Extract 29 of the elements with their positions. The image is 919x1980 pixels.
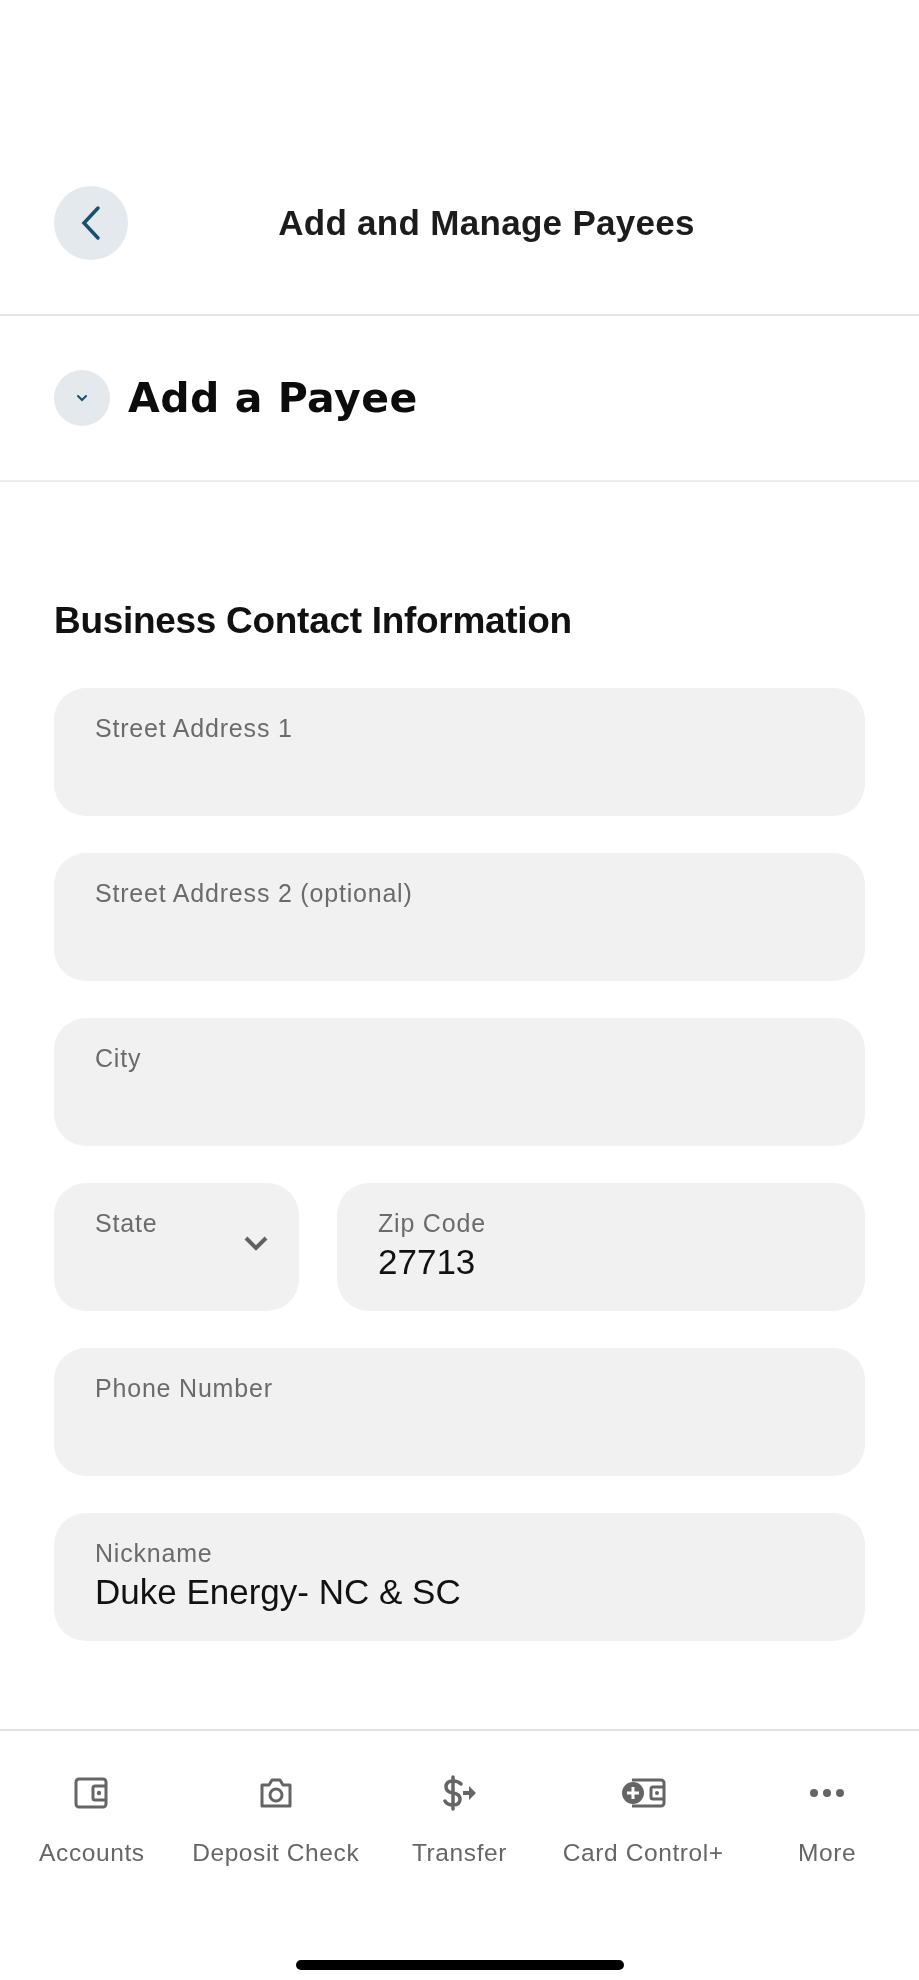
section-heading: Business Contact Information bbox=[54, 600, 573, 642]
field-label: Phone Number bbox=[95, 1374, 274, 1403]
tab-item[interactable]: Transfer bbox=[367, 1775, 552, 1867]
input-field[interactable]: Phone Number bbox=[54, 1348, 865, 1476]
field-label: Street Address 2 (optional) bbox=[95, 879, 414, 908]
tab-item[interactable]: Card Control+ bbox=[551, 1775, 736, 1867]
field-label: Nickname bbox=[95, 1539, 214, 1568]
input-field[interactable]: Zip Code 27713 bbox=[337, 1183, 865, 1311]
field-value: Duke Energy- NC & SC bbox=[95, 1572, 462, 1612]
more-icon bbox=[808, 1789, 847, 1797]
field-label: Zip Code bbox=[378, 1209, 487, 1238]
back-icon bbox=[80, 205, 102, 241]
dropdown-field[interactable]: State bbox=[54, 1183, 299, 1311]
field-value: 27713 bbox=[378, 1242, 477, 1282]
field-label: State bbox=[95, 1209, 159, 1238]
input-field[interactable]: Street Address 2 (optional) bbox=[54, 853, 865, 981]
input-field[interactable]: City bbox=[54, 1018, 865, 1146]
field-label: City bbox=[95, 1044, 143, 1073]
page-title: Add and Manage Payees bbox=[278, 203, 695, 243]
field-label: Street Address 1 bbox=[95, 714, 294, 743]
input-field[interactable]: Street Address 1 bbox=[54, 688, 865, 816]
wallet-icon bbox=[72, 1775, 111, 1811]
input-field[interactable]: Nickname Duke Energy- NC & SC bbox=[54, 1513, 865, 1641]
section-title: Add a Payee bbox=[128, 374, 418, 422]
tab-item[interactable]: Deposit Check bbox=[183, 1775, 368, 1867]
tab-item[interactable]: More bbox=[735, 1775, 919, 1867]
dollar-arrow-icon bbox=[440, 1775, 479, 1811]
chevron-down-icon bbox=[243, 1235, 269, 1251]
tab-item[interactable]: Accounts bbox=[0, 1775, 184, 1867]
